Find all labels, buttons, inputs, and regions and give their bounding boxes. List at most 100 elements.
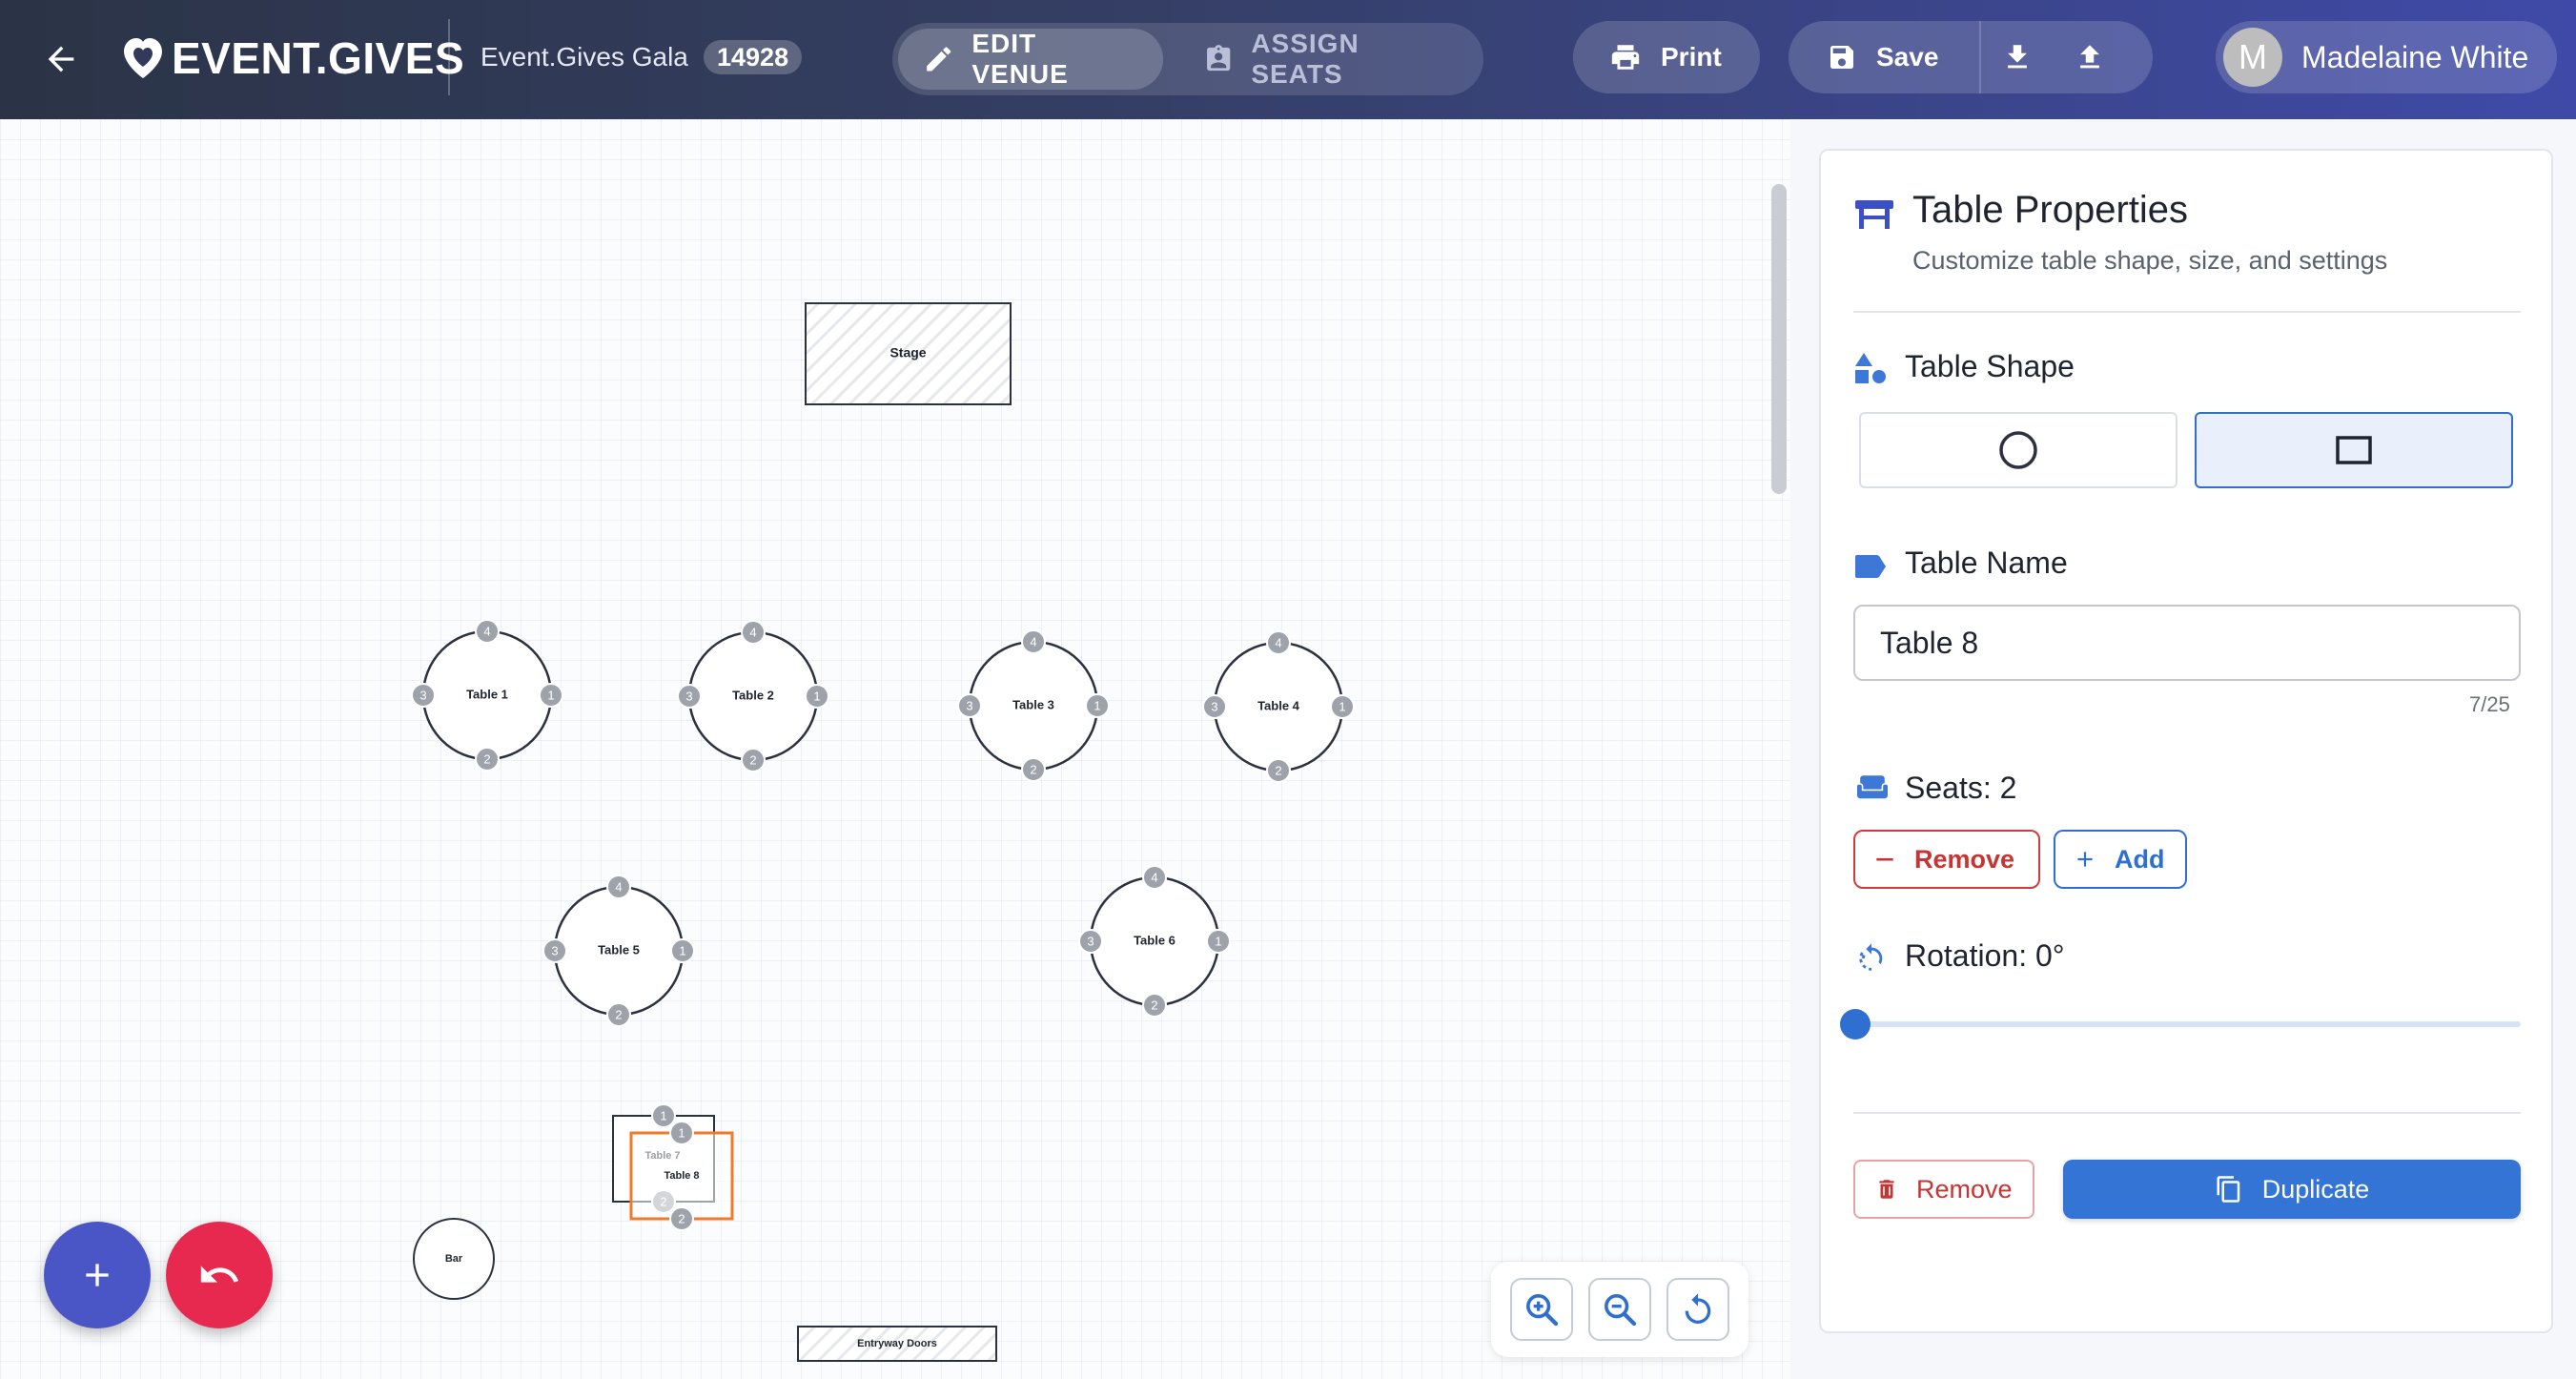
seat-marker[interactable]: 2 xyxy=(606,1002,631,1027)
seat-number: 1 xyxy=(660,1108,666,1122)
seat-marker[interactable]: 4 xyxy=(741,620,766,645)
download-button[interactable] xyxy=(1981,21,2054,93)
table-label: Table 3 xyxy=(1012,697,1054,711)
avatar: M xyxy=(2223,28,2282,87)
seat-marker[interactable]: 1 xyxy=(539,683,563,708)
seat-marker[interactable]: 2 xyxy=(669,1206,694,1231)
table-label: Table 2 xyxy=(732,688,774,702)
user-menu-button[interactable]: M Madelaine White xyxy=(2216,21,2557,93)
printer-icon xyxy=(1611,45,1640,70)
seat-marker[interactable]: 2 xyxy=(475,747,500,772)
rotation-slider-track[interactable] xyxy=(1853,1021,2521,1027)
undo-button[interactable] xyxy=(166,1222,273,1328)
seat-number: 3 xyxy=(419,688,426,702)
seat-marker[interactable]: 2 xyxy=(1021,757,1046,782)
seat-number: 3 xyxy=(551,943,558,957)
add-table-button[interactable] xyxy=(44,1222,151,1328)
sofa-icon xyxy=(1857,775,1888,799)
seat-marker[interactable]: 1 xyxy=(1206,929,1231,954)
seat-marker[interactable]: 4 xyxy=(1266,630,1291,655)
rotation-slider-thumb[interactable] xyxy=(1840,1009,1871,1039)
table-1[interactable]: Table 1 1 2 3 4 xyxy=(411,619,563,772)
rotate-icon xyxy=(1859,943,1883,971)
save-button[interactable]: Save xyxy=(1789,42,1979,72)
panel-subtitle: Customize table shape, size, and setting… xyxy=(1912,246,2388,275)
back-button[interactable] xyxy=(36,34,86,84)
seat-marker[interactable]: 1 xyxy=(805,684,829,709)
print-button[interactable]: Print xyxy=(1573,21,1760,93)
seat-marker[interactable]: 1 xyxy=(670,938,695,963)
seat-number: 3 xyxy=(966,698,972,712)
table-8[interactable]: Table 8 1 2 xyxy=(629,1121,734,1231)
download-icon xyxy=(2008,45,2027,69)
seat-marker[interactable]: 2 xyxy=(1266,758,1291,783)
reset-view-button[interactable] xyxy=(1666,1278,1729,1341)
seat-number: 2 xyxy=(1151,998,1157,1012)
seat-marker[interactable]: 3 xyxy=(1078,929,1103,954)
seat-marker[interactable]: 1 xyxy=(669,1121,694,1145)
assign-seats-button[interactable]: ASSIGN SEATS xyxy=(1178,29,1474,90)
seat-number: 4 xyxy=(749,625,756,639)
app-logo[interactable]: EVENT.GIVES xyxy=(122,29,464,88)
table-label: Table 1 xyxy=(466,687,508,701)
table-6[interactable]: Table 6 1 2 3 4 xyxy=(1078,865,1231,1018)
duplicate-table-button[interactable]: Duplicate xyxy=(2063,1160,2521,1219)
seat-number: 4 xyxy=(615,879,622,894)
venue-canvas[interactable]: Stage Bar Entryway Doors Table 1 1 2 3 4 Table 2… xyxy=(0,119,1790,1379)
seat-marker[interactable]: 3 xyxy=(957,693,982,718)
canvas-scrollbar[interactable] xyxy=(1771,184,1787,494)
add-seat-button[interactable]: Add xyxy=(2054,830,2187,889)
floor-plan[interactable]: StageBarEntryway DoorsTable 1 1234Table 2… xyxy=(0,119,1790,1379)
table-5[interactable]: Table 5 1 2 3 4 xyxy=(542,875,695,1027)
zoom-controls xyxy=(1491,1262,1748,1357)
seat-marker[interactable]: 4 xyxy=(606,875,631,899)
panel-divider xyxy=(1853,311,2521,313)
seat-marker[interactable]: 3 xyxy=(411,683,436,708)
entryway-fixture-label: Entryway Doors xyxy=(857,1338,937,1349)
seat-marker[interactable]: 4 xyxy=(1142,865,1167,890)
table-4[interactable]: Table 4 1 2 3 4 xyxy=(1202,630,1355,783)
save-label: Save xyxy=(1876,42,1939,72)
remove-table-button[interactable]: Remove xyxy=(1853,1160,2034,1219)
seat-marker[interactable]: 4 xyxy=(475,619,500,644)
seat-number: 1 xyxy=(1094,698,1100,712)
refresh-icon xyxy=(1685,1293,1711,1324)
shape-square-button[interactable] xyxy=(2195,412,2513,488)
seat-marker[interactable]: 1 xyxy=(1085,693,1110,718)
label-icon xyxy=(1855,555,1886,578)
header-divider xyxy=(448,19,450,95)
seat-number: 1 xyxy=(813,689,820,703)
panel-divider-bottom xyxy=(1853,1112,2521,1114)
upload-button[interactable] xyxy=(2054,21,2126,93)
table-name-char-count: 7/25 xyxy=(2469,692,2510,716)
table-2[interactable]: Table 2 1 2 3 4 xyxy=(677,620,829,772)
stage-fixture[interactable]: Stage xyxy=(805,302,1012,405)
pencil-icon xyxy=(927,47,951,72)
table-3[interactable]: Table 3 1 2 3 4 xyxy=(957,629,1110,782)
zoom-out-button[interactable] xyxy=(1588,1278,1651,1341)
seat-marker[interactable]: 4 xyxy=(1021,629,1046,654)
seat-number: 1 xyxy=(1215,934,1221,948)
seat-marker[interactable]: 2 xyxy=(741,748,766,772)
seat-marker[interactable]: 3 xyxy=(1202,694,1227,719)
zoom-in-button[interactable] xyxy=(1510,1278,1573,1341)
seat-marker[interactable]: 3 xyxy=(677,684,702,709)
seat-number: 2 xyxy=(678,1211,685,1225)
plus-icon xyxy=(2077,852,2093,867)
plus-icon xyxy=(86,1264,109,1286)
event-id-badge: 14928 xyxy=(704,40,803,74)
entryway-fixture[interactable]: Entryway Doors xyxy=(797,1326,997,1362)
remove-seat-button[interactable]: Remove xyxy=(1853,830,2040,889)
bar-fixture[interactable]: Bar xyxy=(413,1218,495,1300)
edit-venue-button[interactable]: EDIT VENUE xyxy=(898,29,1163,90)
mode-toggle: EDIT VENUE ASSIGN SEATS xyxy=(892,23,1483,95)
seat-marker[interactable]: 3 xyxy=(542,938,567,963)
event-name: Event.Gives Gala xyxy=(480,42,688,72)
seat-number: 3 xyxy=(1211,699,1217,713)
table-name-input[interactable] xyxy=(1853,605,2521,681)
seat-marker[interactable]: 2 xyxy=(1142,993,1167,1018)
seat-marker[interactable]: 1 xyxy=(1330,694,1355,719)
seat-marker[interactable]: 1 xyxy=(651,1103,676,1128)
shape-round-button[interactable] xyxy=(1859,412,2177,488)
seat-number: 2 xyxy=(615,1007,622,1021)
